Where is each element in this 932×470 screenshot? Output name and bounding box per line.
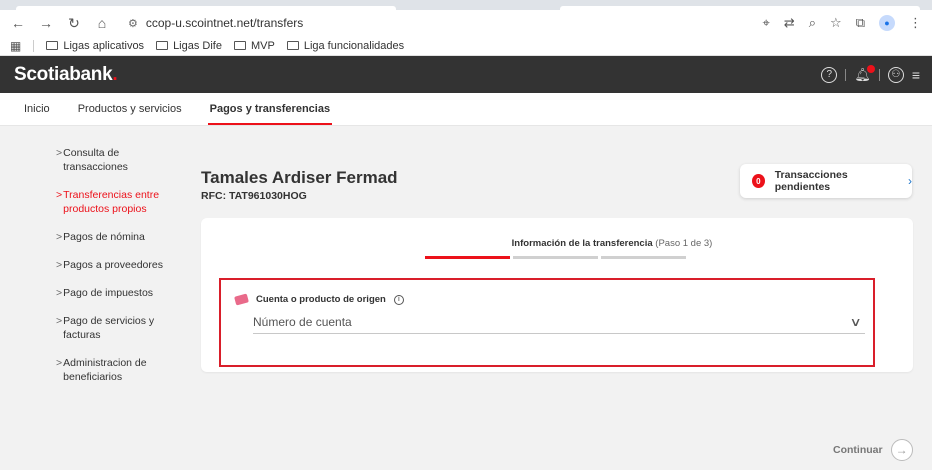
sidebar-item-pagos-nomina[interactable]: > Pagos de nómina bbox=[56, 230, 186, 244]
client-rfc: RFC: TAT961030HOG bbox=[201, 190, 307, 202]
client-name: Tamales Ardiser Fermad bbox=[201, 168, 398, 187]
sidebar-item-consulta[interactable]: > Consulta de transacciones bbox=[56, 146, 186, 174]
extensions-icon[interactable]: ⧉ bbox=[856, 15, 865, 31]
bookmark-label: Ligas aplicativos bbox=[63, 39, 145, 52]
sidebar-item-transferencias-propias[interactable]: > Transferencias entre productos propios bbox=[56, 188, 186, 216]
sidebar-item-beneficiarios[interactable]: > Administracion de beneficiarios bbox=[56, 356, 186, 384]
account-placeholder: Número de cuenta bbox=[253, 314, 352, 329]
browser-tab[interactable] bbox=[560, 6, 920, 10]
bookmarks-bar: ▦ Ligas aplicativos Ligas Dife MVP Liga … bbox=[0, 36, 932, 56]
nav-item-inicio[interactable]: Inicio bbox=[24, 92, 50, 125]
bookmark-label: MVP bbox=[250, 39, 275, 52]
scotiabank-logo[interactable]: Scotiabank. bbox=[14, 64, 118, 86]
address-bar[interactable]: ⚙ ccop-u.scointnet.net/transfers bbox=[122, 13, 751, 33]
progress-step-2 bbox=[513, 256, 598, 259]
info-icon[interactable]: i bbox=[393, 294, 404, 305]
progress-step-1 bbox=[425, 256, 510, 259]
folder-icon bbox=[46, 41, 59, 50]
main-content: > Consulta de transacciones > Transferenci… bbox=[0, 126, 932, 461]
account-number-select[interactable]: Número de cuenta ∨ bbox=[253, 310, 865, 334]
chevron-down-icon: ∨ bbox=[849, 314, 862, 329]
divider bbox=[845, 68, 847, 81]
chevron-right-icon: > bbox=[56, 315, 63, 327]
folder-icon bbox=[156, 41, 169, 50]
bookmark-label: Liga funcionalidades bbox=[303, 39, 405, 52]
nav-item-pagos-transferencias[interactable]: Pagos y transferencias bbox=[207, 92, 333, 125]
chevron-right-icon: > bbox=[56, 147, 63, 159]
apps-grid-icon[interactable]: ▦ bbox=[10, 39, 21, 53]
location-icon[interactable]: ⌖ bbox=[763, 15, 770, 31]
bookmark-item[interactable]: Ligas Dife bbox=[156, 40, 222, 52]
divider bbox=[33, 39, 35, 52]
reload-icon[interactable]: ↻ bbox=[66, 15, 82, 32]
bookmark-item[interactable]: Liga funcionalidades bbox=[286, 39, 405, 52]
chevron-right-icon: > bbox=[56, 357, 63, 369]
folder-icon bbox=[286, 41, 299, 50]
pending-count-badge: 0 bbox=[752, 174, 765, 188]
bookmark-item[interactable]: Ligas aplicativos bbox=[46, 40, 144, 52]
translate-icon[interactable]: ⇄ bbox=[784, 15, 795, 31]
chevron-right-icon: > bbox=[56, 259, 63, 271]
home-icon[interactable]: ⌂ bbox=[94, 15, 110, 31]
sidebar-item-pago-impuestos[interactable]: > Pago de impuestos bbox=[56, 286, 186, 300]
sidebar-item-pagos-proveedores[interactable]: > Pagos a proveedores bbox=[56, 258, 186, 272]
continue-action[interactable]: Continuar → bbox=[833, 439, 913, 461]
nav-item-productos[interactable]: Productos y servicios bbox=[78, 92, 182, 125]
notification-badge bbox=[866, 64, 875, 73]
chevron-right-icon: > bbox=[56, 231, 63, 243]
notifications-bell-icon[interactable]: 🔔︎ bbox=[854, 64, 875, 83]
card-icon bbox=[234, 293, 249, 306]
help-icon[interactable]: ? bbox=[821, 66, 838, 83]
main-nav: Inicio Productos y servicios Pagos y tra… bbox=[0, 93, 932, 126]
more-menu-icon[interactable]: ⋮ bbox=[909, 15, 922, 31]
bookmark-item[interactable]: MVP bbox=[233, 39, 275, 52]
divider bbox=[878, 68, 880, 81]
step-progress-bar bbox=[425, 256, 686, 259]
chevron-right-icon: › bbox=[908, 174, 912, 188]
pending-label: Transacciones pendientes bbox=[774, 169, 848, 193]
chevron-right-icon: > bbox=[56, 189, 63, 201]
site-header: Scotiabank. ? 🔔︎ ⚇ ≡ bbox=[0, 56, 932, 93]
origin-account-section: Cuenta o producto de origen i Número de … bbox=[219, 278, 875, 367]
user-account-icon[interactable]: ⚇ bbox=[887, 66, 904, 83]
transfer-form-card: Información de la transferencia (Paso 1 … bbox=[201, 218, 913, 372]
arrow-right-icon[interactable]: → bbox=[890, 439, 913, 461]
pending-transactions-button[interactable]: 0 Transacciones pendientes › bbox=[740, 164, 912, 198]
browser-actions: ⌖ ⇄ ⌕ ☆ ⧉ ● ⋮ bbox=[763, 15, 922, 31]
browser-tab[interactable] bbox=[16, 6, 396, 10]
sidebar-menu: > Consulta de transacciones > Transferenci… bbox=[56, 146, 186, 398]
chevron-right-icon: > bbox=[56, 287, 63, 299]
url-text: ccop-u.scointnet.net/transfers bbox=[145, 16, 304, 30]
bookmark-label: Ligas Dife bbox=[173, 39, 222, 52]
continue-label: Continuar bbox=[833, 444, 883, 456]
step-title: Información de la transferencia (Paso 1 … bbox=[511, 238, 713, 249]
hamburger-menu-icon[interactable]: ≡ bbox=[912, 67, 920, 83]
folder-icon bbox=[233, 41, 246, 50]
sidebar-item-pago-servicios[interactable]: > Pago de servicios y facturas bbox=[56, 314, 186, 342]
site-info-icon[interactable]: ⚙ bbox=[128, 17, 138, 30]
browser-tab-strip bbox=[0, 0, 932, 10]
forward-icon[interactable]: → bbox=[38, 15, 54, 31]
origin-account-label: Cuenta o producto de origen i bbox=[234, 293, 404, 306]
header-actions: ? 🔔︎ ⚇ ≡ bbox=[821, 64, 920, 83]
browser-toolbar: ← → ↻ ⌂ ⚙ ccop-u.scointnet.net/transfers… bbox=[0, 10, 932, 36]
zoom-icon[interactable]: ⌕ bbox=[809, 15, 816, 31]
back-icon[interactable]: ← bbox=[10, 15, 26, 31]
star-icon[interactable]: ☆ bbox=[830, 15, 842, 31]
progress-step-3 bbox=[601, 256, 686, 259]
profile-icon[interactable]: ● bbox=[879, 15, 895, 31]
